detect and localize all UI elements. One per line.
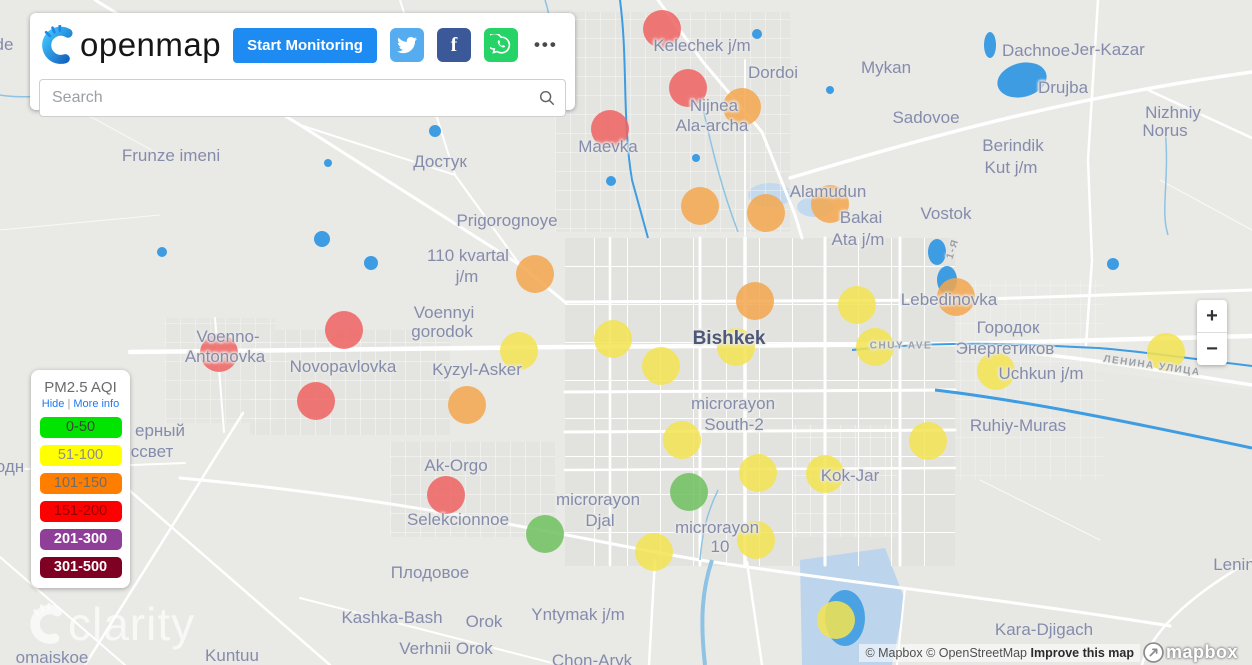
aqi-marker[interactable]: [325, 311, 363, 349]
aqi-marker[interactable]: [635, 533, 673, 571]
openmap-logo: openmap: [38, 25, 221, 65]
aqi-marker[interactable]: [838, 286, 876, 324]
aqi-marker[interactable]: [736, 282, 774, 320]
legend-links: Hide | More info: [31, 398, 130, 410]
aqi-marker[interactable]: [669, 69, 707, 107]
osm-attribution-link[interactable]: © OpenStreetMap: [926, 646, 1027, 660]
whatsapp-button[interactable]: [483, 28, 518, 62]
clarity-watermark: clarity: [26, 597, 195, 651]
legend-ranges: 0-50 51-100 101-150 151-200 201-300 301-500: [31, 417, 130, 578]
clarity-watermark-text: clarity: [68, 598, 196, 650]
legend-range-pill: 101-150: [39, 473, 122, 494]
aqi-marker[interactable]: [817, 601, 855, 639]
facebook-icon: f: [450, 33, 458, 56]
legend-range-pill: 301-500: [39, 557, 122, 578]
twitter-icon: [397, 36, 417, 54]
aqi-marker[interactable]: [200, 334, 238, 372]
improve-map-link[interactable]: Improve this map: [1031, 646, 1135, 660]
aqi-marker[interactable]: [448, 386, 486, 424]
legend-range-pill: 151-200: [39, 501, 122, 522]
map-attribution: © Mapbox © OpenStreetMap Improve this ma…: [859, 644, 1140, 662]
aqi-marker[interactable]: [642, 347, 680, 385]
legend-title: PM2.5 AQI: [44, 379, 117, 396]
legend-more-info-link[interactable]: More info: [73, 398, 119, 410]
aqi-marker[interactable]: [297, 382, 335, 420]
legend-link-separator: |: [67, 398, 71, 410]
aqi-marker[interactable]: [811, 185, 849, 223]
aqi-marker[interactable]: [737, 521, 775, 559]
aqi-marker[interactable]: [681, 187, 719, 225]
facebook-button[interactable]: f: [436, 28, 471, 62]
aqi-legend: PM2.5 AQI Hide | More info 0-50 51-100 101…: [31, 370, 130, 588]
aqi-marker[interactable]: [516, 255, 554, 293]
map-zoom-control: + −: [1197, 300, 1227, 365]
aqi-marker[interactable]: [856, 328, 894, 366]
legend-range-pill: 51-100: [39, 445, 122, 466]
legend-range-pill: 201-300: [39, 529, 122, 550]
aqi-marker[interactable]: [670, 473, 708, 511]
mapbox-logo[interactable]: mapbox: [1143, 642, 1238, 663]
aqi-marker[interactable]: [591, 110, 629, 148]
more-options-button[interactable]: •••: [534, 35, 558, 55]
aqi-marker[interactable]: [806, 455, 844, 493]
twitter-button[interactable]: [389, 28, 424, 62]
aqi-marker[interactable]: [937, 278, 975, 316]
aqi-marker[interactable]: [500, 332, 538, 370]
aqi-marker[interactable]: [739, 454, 777, 492]
clarity-swoosh-icon: [42, 25, 73, 64]
clarity-swoosh-icon: [30, 603, 63, 644]
aqi-marker[interactable]: [1147, 333, 1185, 371]
aqi-marker[interactable]: [723, 88, 761, 126]
aqi-marker[interactable]: [526, 515, 564, 553]
header-card: openmap Start Monitoring f •••: [30, 13, 575, 117]
mapbox-logo-icon: [1143, 642, 1164, 663]
start-monitoring-button[interactable]: Start Monitoring: [233, 27, 377, 63]
logo-text: openmap: [80, 26, 222, 63]
aqi-marker[interactable]: [663, 421, 701, 459]
aqi-marker[interactable]: [747, 194, 785, 232]
openmap-app: Kelechek j/m Dordoi Mykan Dachnoe Jer-Kazar D…: [0, 0, 1252, 665]
search-icon[interactable]: [538, 89, 556, 107]
search-input[interactable]: [39, 79, 566, 117]
aqi-marker[interactable]: [977, 352, 1015, 390]
zoom-in-button[interactable]: +: [1197, 300, 1227, 332]
whatsapp-icon: [489, 34, 511, 54]
legend-range-pill: 0-50: [39, 417, 122, 438]
legend-hide-link[interactable]: Hide: [42, 398, 65, 410]
mapbox-attribution-link[interactable]: © Mapbox: [865, 646, 922, 660]
aqi-marker[interactable]: [717, 328, 755, 366]
aqi-marker[interactable]: [643, 10, 681, 48]
aqi-marker[interactable]: [909, 422, 947, 460]
aqi-marker[interactable]: [427, 476, 465, 514]
mapbox-logo-text: mapbox: [1165, 642, 1238, 662]
aqi-marker[interactable]: [594, 320, 632, 358]
zoom-out-button[interactable]: −: [1197, 333, 1227, 365]
